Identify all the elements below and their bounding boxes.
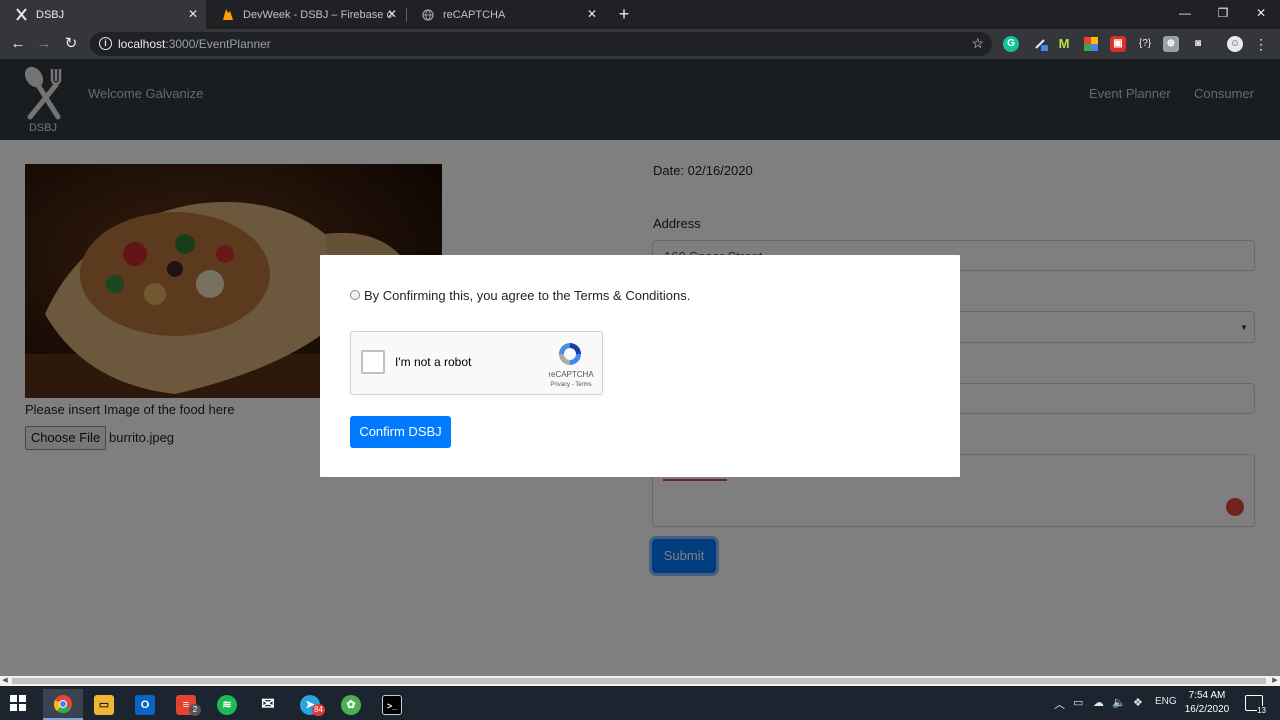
back-arrow-icon[interactable]: ← xyxy=(7,33,29,55)
tab-title: DevWeek - DSBJ – Firebase cons xyxy=(243,8,393,21)
forward-arrow-icon[interactable]: → xyxy=(33,33,55,55)
clock-time: 7:54 AM xyxy=(1188,690,1226,701)
windows-start-icon[interactable] xyxy=(10,695,26,711)
bookmark-star-icon[interactable]: ☆ xyxy=(971,35,984,52)
dropbox-icon[interactable]: ❖ xyxy=(1133,696,1143,709)
recaptcha-checkbox[interactable] xyxy=(361,350,385,374)
taskbar-file-explorer[interactable]: ▭ xyxy=(84,689,124,720)
agree-text: By Confirming this, you agree to the Ter… xyxy=(364,288,691,303)
tab-firebase[interactable]: DevWeek - DSBJ – Firebase cons ✕ xyxy=(207,0,405,29)
windows-taskbar: ▭ O ≡ 2 ≋ ✉ ➤ 84 ✿ >_ ︿ ▭ ☁ 🔈 ❖ ENG 7:54… xyxy=(0,686,1280,720)
pen-extension-icon[interactable] xyxy=(1033,36,1049,52)
taskbar-todoist[interactable]: ≡ 2 xyxy=(166,689,206,720)
recaptcha-widget: I'm not a robot reCAPTCHA Privacy - Term… xyxy=(350,331,603,395)
browser-toolbar: ← → ↻ i localhost:3000/EventPlanner ☆ G … xyxy=(0,29,1280,59)
mail-icon: ✉ xyxy=(261,695,275,713)
minimize-icon[interactable]: — xyxy=(1166,0,1204,29)
color-grid-extension-icon[interactable] xyxy=(1083,36,1099,52)
tab-title: reCAPTCHA xyxy=(443,8,506,21)
notification-center-icon[interactable]: 13 xyxy=(1245,695,1266,715)
folder-icon: ▭ xyxy=(94,694,114,715)
utensils-icon xyxy=(14,8,28,22)
spotify-icon: ≋ xyxy=(217,694,237,715)
scroll-right-arrow-icon[interactable]: ▶ xyxy=(1270,676,1280,686)
page-viewport: DSBJ Welcome Galvanize Event Planner Con… xyxy=(0,59,1280,676)
outlook-icon: O xyxy=(135,694,155,715)
address-bar[interactable]: i localhost:3000/EventPlanner ☆ xyxy=(90,32,992,56)
taskbar-chrome[interactable] xyxy=(43,689,83,720)
recaptcha-brand: reCAPTCHA xyxy=(548,370,594,379)
terms-modal: By Confirming this, you agree to the Ter… xyxy=(320,255,960,477)
recaptcha-privacy-terms-links[interactable]: Privacy - Terms xyxy=(541,382,601,388)
tray-chevron-up-icon[interactable]: ︿ xyxy=(1054,696,1065,712)
firebase-icon xyxy=(221,8,235,22)
taskbar-outlook[interactable]: O xyxy=(125,689,165,720)
onedrive-cloud-icon[interactable]: ☁ xyxy=(1093,696,1104,709)
query-extension-icon[interactable]: {?} xyxy=(1135,36,1155,52)
more-menu-icon[interactable]: ⋮ xyxy=(1254,35,1268,53)
url-path: :3000/EventPlanner xyxy=(165,37,271,51)
tab-recaptcha[interactable]: reCAPTCHA ✕ xyxy=(407,0,605,29)
profile-avatar-icon[interactable]: ☺ xyxy=(1227,36,1243,52)
screen: DSBJ ✕ DevWeek - DSBJ – Firebase cons ✕ … xyxy=(0,0,1280,720)
grammarly-extension-icon[interactable]: G xyxy=(1003,36,1019,52)
url-host: localhost xyxy=(118,37,166,51)
recaptcha-logo-icon xyxy=(557,341,583,367)
reload-icon[interactable]: ↻ xyxy=(60,33,82,55)
confirm-button[interactable]: Confirm DSBJ xyxy=(350,416,451,448)
new-tab-icon[interactable]: + xyxy=(612,2,636,26)
browser-tab-strip: DSBJ ✕ DevWeek - DSBJ – Firebase cons ✕ … xyxy=(0,0,1280,29)
green-app-icon: ✿ xyxy=(341,694,361,715)
chrome-icon xyxy=(53,694,72,713)
m-extension-icon[interactable]: M xyxy=(1056,36,1072,52)
close-window-icon[interactable]: ✕ xyxy=(1242,0,1280,29)
url-text: localhost:3000/EventPlanner xyxy=(118,37,271,51)
battery-icon[interactable]: ▭ xyxy=(1073,696,1083,709)
taskbar-app-green[interactable]: ✿ xyxy=(331,689,371,720)
scrollbar-thumb[interactable] xyxy=(12,678,1266,684)
volume-icon[interactable]: 🔈 xyxy=(1112,696,1126,709)
taskbar-mail[interactable]: ✉ xyxy=(248,689,288,720)
clock-date: 16/2/2020 xyxy=(1184,704,1230,715)
tab-title: DSBJ xyxy=(36,8,65,21)
terminal-icon: >_ xyxy=(382,694,402,715)
agree-radio[interactable] xyxy=(350,290,360,300)
lock-extension-icon[interactable]: ⊕ xyxy=(1163,36,1179,52)
save-extension-icon[interactable]: ▣ xyxy=(1110,36,1126,52)
horizontal-scrollbar[interactable]: ◀ ▶ xyxy=(0,676,1280,686)
taskbar-clock[interactable]: 7:54 AM 16/2/2020 xyxy=(1178,689,1236,717)
restore-window-icon[interactable]: ❐ xyxy=(1204,0,1242,29)
notification-count: 13 xyxy=(1257,706,1266,715)
taskbar-spotify[interactable]: ≋ xyxy=(207,689,247,720)
site-info-icon[interactable]: i xyxy=(99,37,112,50)
camera-extension-icon[interactable]: ◙ xyxy=(1190,36,1206,52)
scroll-left-arrow-icon[interactable]: ◀ xyxy=(0,676,10,686)
globe-icon xyxy=(421,8,435,22)
taskbar-telegram[interactable]: ➤ 84 xyxy=(290,689,330,720)
tab-dsbj[interactable]: DSBJ ✕ xyxy=(0,0,206,29)
taskbar-terminal[interactable]: >_ xyxy=(372,689,412,720)
close-tab-icon[interactable]: ✕ xyxy=(387,7,397,21)
close-tab-icon[interactable]: ✕ xyxy=(587,7,597,21)
close-tab-icon[interactable]: ✕ xyxy=(188,7,198,21)
telegram-badge: 84 xyxy=(312,704,325,716)
todoist-badge: 2 xyxy=(189,704,201,716)
language-indicator[interactable]: ENG xyxy=(1155,696,1177,707)
recaptcha-label: I'm not a robot xyxy=(395,355,472,369)
